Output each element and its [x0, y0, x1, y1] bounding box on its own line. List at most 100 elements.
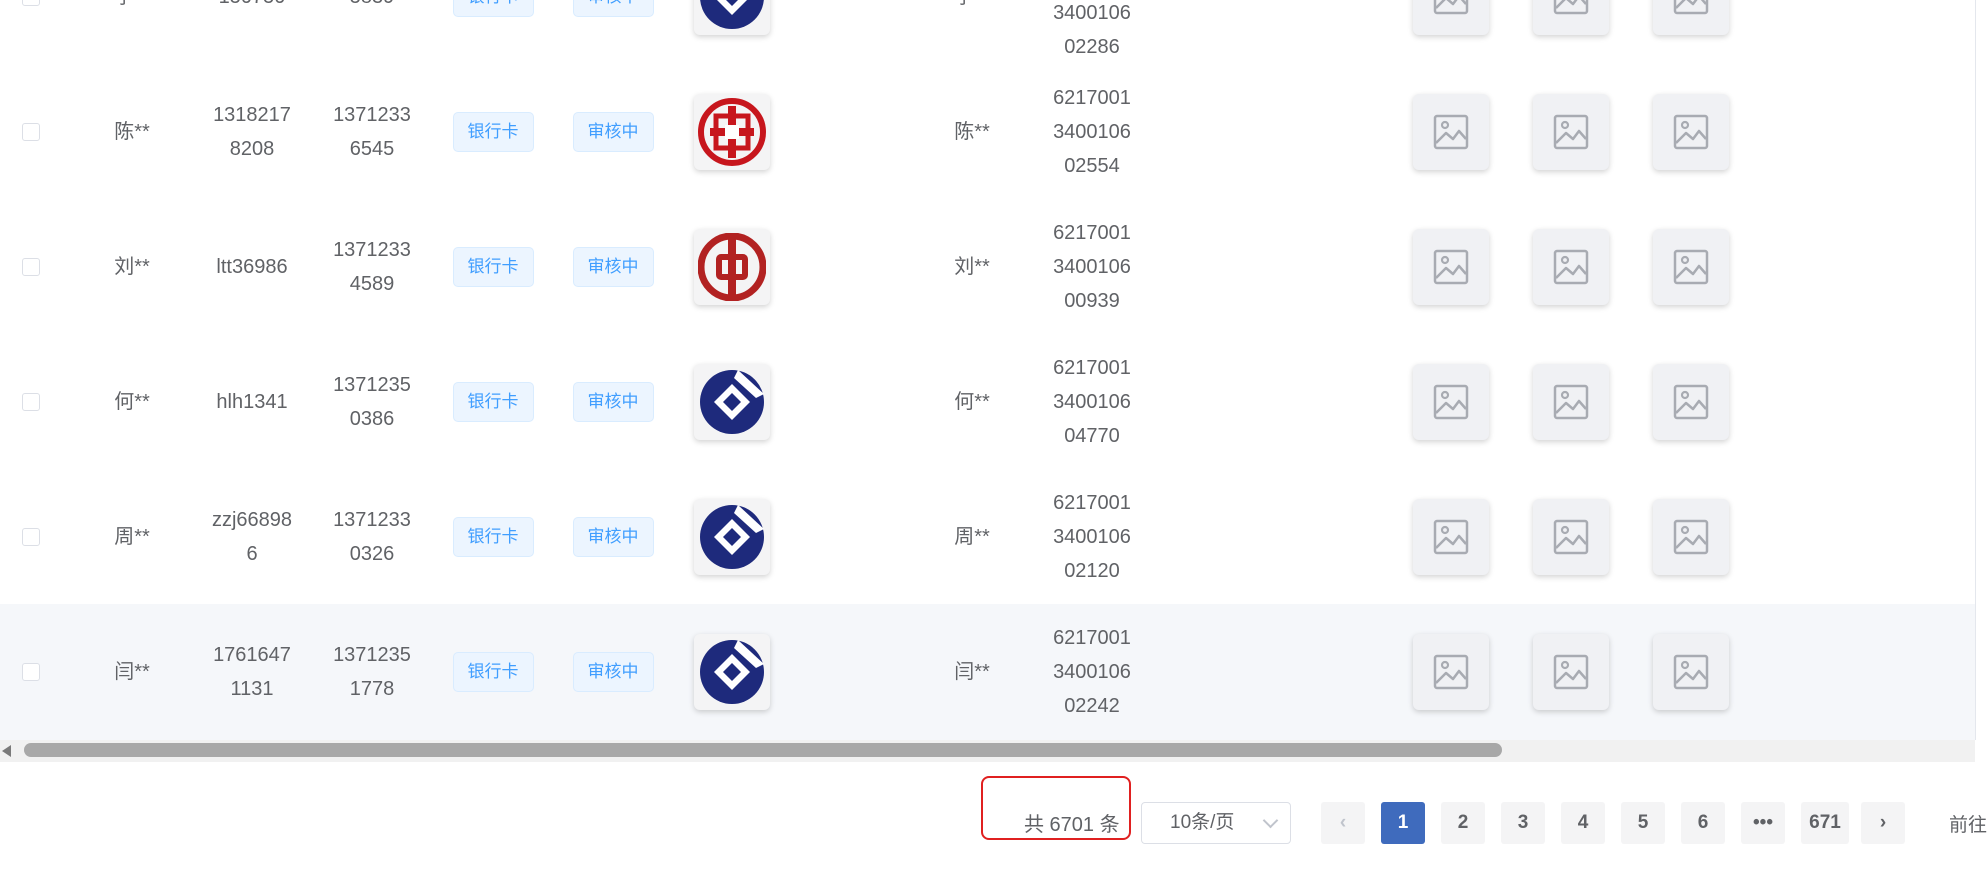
chevron-down-icon	[1262, 812, 1279, 829]
phone-number: 1371233 4589	[333, 233, 411, 301]
page-size-value: 10条/页	[1170, 812, 1235, 833]
image-thumbnail-2[interactable]	[1533, 93, 1609, 170]
image-placeholder-icon	[1433, 249, 1469, 284]
image-thumbnail-2[interactable]	[1533, 634, 1609, 710]
card-number-line: 3400106	[1053, 255, 1131, 278]
page-size-select[interactable]: 10条/页	[1141, 802, 1291, 844]
phone-number: 1371235 0386	[333, 368, 411, 436]
account-id-line: zzj66898	[211, 508, 293, 531]
table-row[interactable]: 刘** ltt36986 1371233 4589 银行卡 审核中 刘** 6217001 34…	[0, 199, 1975, 335]
phone-number-line: 1371233	[333, 508, 411, 531]
image-placeholder-icon	[1433, 654, 1469, 690]
status-tag: 审核中	[572, 381, 654, 422]
bank-logo[interactable]	[694, 498, 770, 575]
image-thumbnail-2[interactable]	[1533, 498, 1609, 575]
page-button[interactable]: 4	[1561, 802, 1605, 844]
status-tag: 审核中	[572, 111, 654, 152]
phone-number-line: 1371233	[333, 103, 411, 126]
data-table: 李**1507505839银行卡审核中李**340010602286陈**131…	[0, 0, 1975, 740]
image-thumbnail-1[interactable]	[1413, 363, 1489, 440]
table-row[interactable]: 闫** 1761647 1131 1371235 1778 银行卡 审核中 闫** 621700…	[0, 604, 1975, 740]
page-button[interactable]: 6	[1681, 802, 1725, 844]
account-id-line: 1761647	[213, 644, 291, 666]
image-placeholder-icon	[1553, 519, 1589, 554]
scroll-left-arrow-icon[interactable]	[2, 745, 11, 757]
image-placeholder-icon	[1553, 0, 1589, 15]
image-thumbnail-1[interactable]	[1413, 0, 1489, 35]
phone-number-line: 1778	[349, 678, 395, 700]
image-thumbnail-3[interactable]	[1653, 0, 1729, 35]
scroll-thumb[interactable]	[24, 743, 1502, 757]
image-thumbnail-1[interactable]	[1413, 228, 1489, 305]
user-name: 周**	[114, 525, 150, 548]
account-id: zzj66898 6	[212, 503, 292, 571]
page-button[interactable]: 3	[1501, 802, 1545, 844]
page-button[interactable]: 5	[1621, 802, 1665, 844]
card-holder: 刘**	[954, 255, 990, 278]
phone-number: 1371235 1778	[333, 638, 411, 706]
type-tag: 银行卡	[452, 246, 534, 287]
image-thumbnail-3[interactable]	[1653, 634, 1729, 710]
image-placeholder-icon	[1673, 654, 1709, 690]
prev-page-button[interactable]: ‹	[1321, 802, 1365, 844]
bank-logo[interactable]	[694, 363, 770, 440]
phone-number-line: 6545	[349, 137, 395, 160]
image-thumbnail-3[interactable]	[1653, 228, 1729, 305]
card-number-line: 3400106	[1053, 525, 1131, 548]
table-row[interactable]: 李** 150750 5839 银行卡 审核中 李** 3400106 02286	[0, 0, 1975, 65]
image-placeholder-icon	[1433, 519, 1469, 554]
row-checkbox[interactable]	[22, 0, 40, 6]
row-checkbox[interactable]	[22, 663, 40, 681]
bank-logo[interactable]	[694, 0, 770, 35]
chevron-left-icon: ‹	[1339, 812, 1347, 833]
card-number: 6217001 3400106 02242	[1053, 621, 1131, 723]
row-checkbox[interactable]	[22, 122, 40, 141]
image-placeholder-icon	[1433, 384, 1469, 419]
card-number-line: 02242	[1064, 695, 1120, 717]
bank-logo[interactable]	[694, 228, 770, 305]
table-row[interactable]: 周** zzj66898 6 1371233 0326 银行卡 审核中 周** 6217001 3…	[0, 469, 1975, 605]
phone-number: 5839	[350, 0, 395, 14]
image-thumbnail-1[interactable]	[1413, 634, 1489, 710]
card-number-line: 02286	[1064, 36, 1120, 58]
user-name: 闫**	[114, 661, 150, 683]
image-thumbnail-2[interactable]	[1533, 0, 1609, 35]
bank-logo[interactable]	[694, 93, 770, 170]
image-placeholder-icon	[1553, 654, 1589, 690]
account-id-line: ltt36986	[216, 255, 288, 278]
horizontal-scrollbar[interactable]	[0, 740, 1975, 762]
next-page-button[interactable]: ›	[1861, 802, 1905, 844]
page-button[interactable]: 671	[1801, 802, 1849, 844]
card-number-line: 04770	[1064, 424, 1120, 447]
ccb-logo	[700, 0, 764, 29]
phone-number-line: 0326	[349, 542, 395, 565]
phone-number-line: 1371235	[333, 373, 411, 396]
row-checkbox[interactable]	[22, 392, 40, 411]
card-number-line: 02554	[1064, 154, 1120, 177]
table-row[interactable]: 何** hlh1341 1371235 0386 银行卡 审核中 何** 6217001 340…	[0, 334, 1975, 470]
image-thumbnail-2[interactable]	[1533, 228, 1609, 305]
image-thumbnail-1[interactable]	[1413, 498, 1489, 575]
table-fixed-right-edge	[1975, 0, 1987, 740]
row-checkbox[interactable]	[22, 527, 40, 546]
user-name: 刘**	[114, 255, 150, 278]
image-thumbnail-3[interactable]	[1653, 93, 1729, 170]
more-pages-button[interactable]: •••	[1741, 802, 1785, 844]
page-button[interactable]: 1	[1381, 802, 1425, 844]
account-id-line: 1318217	[213, 103, 291, 126]
card-number-line: 6217001	[1053, 86, 1131, 109]
type-tag: 银行卡	[452, 516, 534, 557]
phone-number-line: 1371233	[333, 238, 411, 261]
bank-logo[interactable]	[694, 634, 770, 710]
account-id: 1761647 1131	[213, 638, 291, 706]
image-placeholder-icon	[1553, 114, 1589, 149]
row-checkbox[interactable]	[22, 257, 40, 276]
card-number-line: 6217001	[1053, 356, 1131, 379]
image-thumbnail-2[interactable]	[1533, 363, 1609, 440]
image-thumbnail-3[interactable]	[1653, 363, 1729, 440]
table-row[interactable]: 陈** 1318217 8208 1371233 6545 银行卡 审核中 陈** 621700…	[0, 64, 1975, 200]
type-tag: 银行卡	[452, 652, 534, 692]
image-thumbnail-1[interactable]	[1413, 93, 1489, 170]
image-thumbnail-3[interactable]	[1653, 498, 1729, 575]
page-button[interactable]: 2	[1441, 802, 1485, 844]
